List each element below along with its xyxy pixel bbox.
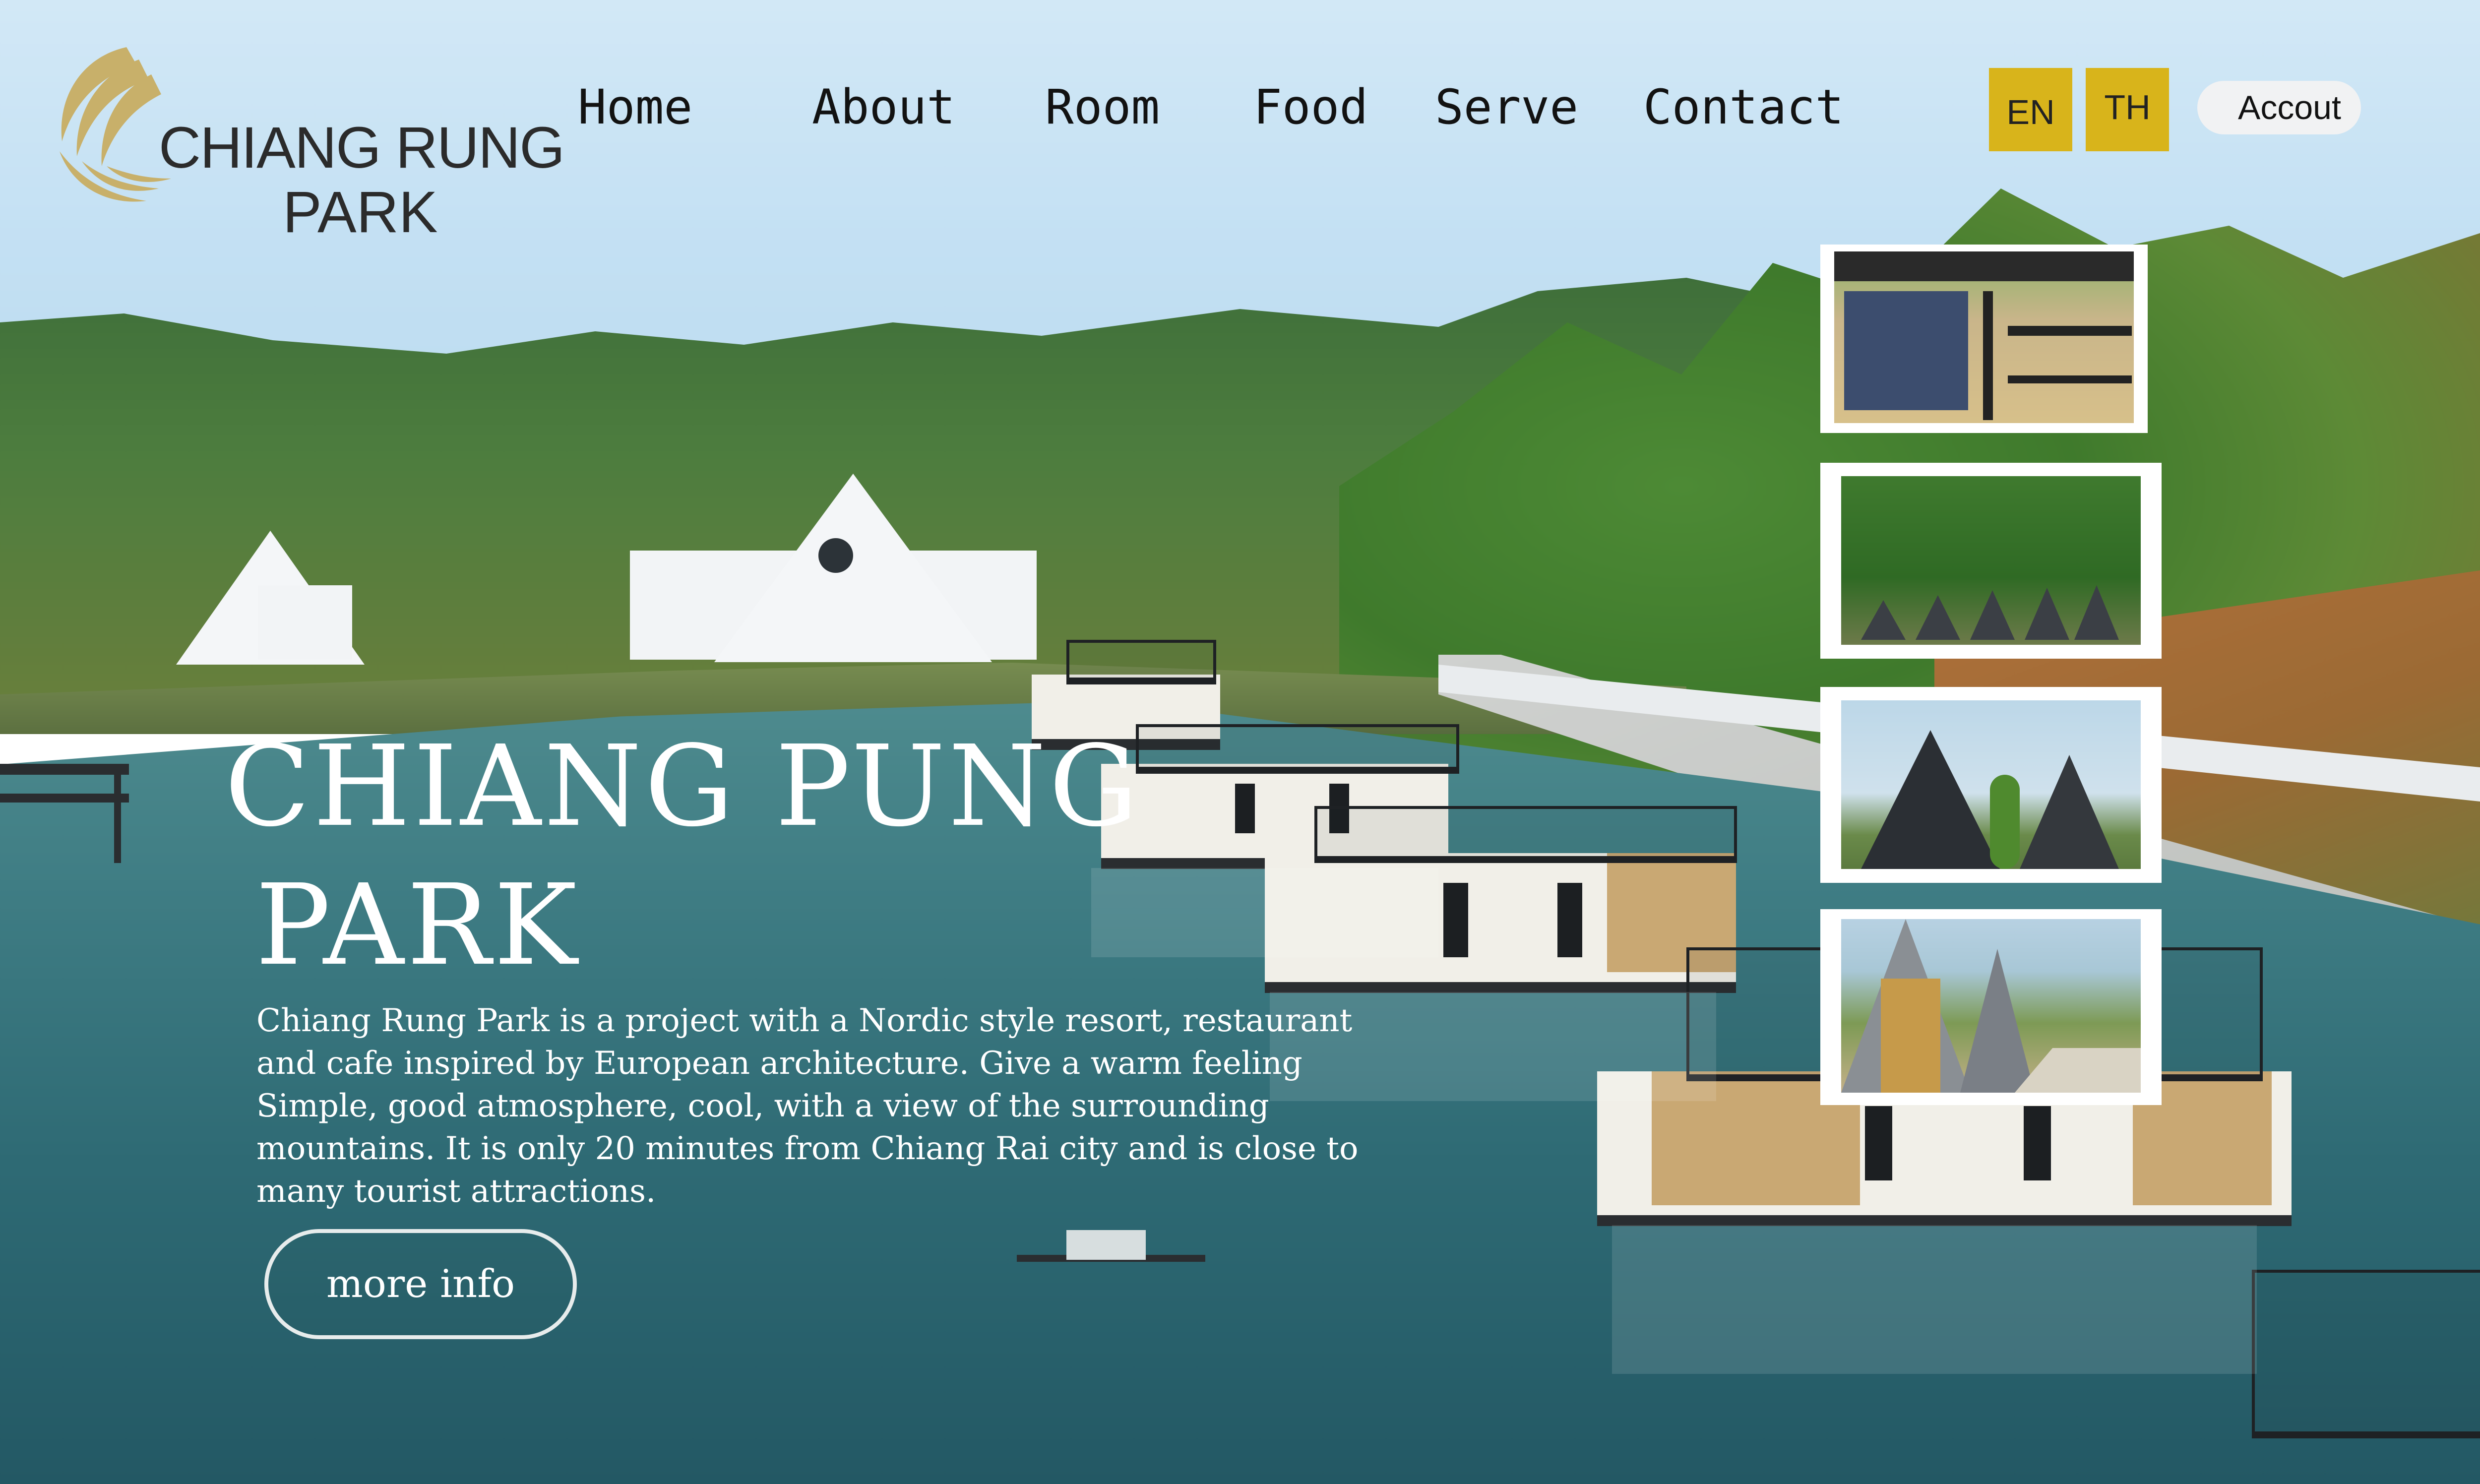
houseboat-deck [1136,724,1459,774]
gallery-thumbnail-houseboat-room[interactable] [1820,245,2148,433]
houseboat-window [1557,883,1582,957]
houseboat-window [1865,1106,1892,1180]
forest-cabins-image [1841,476,2141,645]
nav-serve[interactable]: Serve [1435,79,1578,135]
nav-room[interactable]: Room [1045,79,1160,135]
gallery-thumbnail-a-frame-cabins[interactable] [1820,687,2162,883]
nav-contact[interactable]: Contact [1643,79,1844,135]
language-en-button[interactable]: EN [1989,68,2072,151]
floating-platform [1066,1230,1146,1260]
nav-home[interactable]: Home [578,79,692,135]
houseboat-deck [2252,1270,2480,1438]
water-reflection [1612,1225,2257,1374]
logo-text-park: PARK [283,180,438,245]
white-building [258,585,352,660]
houseboat-deck [1314,806,1737,863]
hero-description: Chiang Rung Park is a project with a Nor… [256,1002,1359,1210]
a-frame-cabins-image [1841,700,2141,869]
more-info-button[interactable]: more info [264,1229,577,1339]
hero-title-line2: PARK [255,861,580,990]
cabin-garden-image [1841,919,2141,1093]
hero-title: CHIANG PUNG [225,722,1141,852]
logo-text: CHIANG RUNG [158,115,565,181]
account-button[interactable]: Accout [2197,81,2361,134]
gallery-thumbnail-cabin-garden[interactable] [1820,909,2162,1105]
round-window [818,538,853,573]
language-th-button[interactable]: TH [2086,68,2169,151]
nav-food[interactable]: Food [1253,79,1368,135]
water-reflection [1091,868,1438,957]
houseboat-window [2024,1106,2051,1180]
pier [0,794,129,803]
houseboat-room-image [1834,251,2134,423]
pier [114,764,121,863]
gallery-thumbnail-forest-cabins[interactable] [1820,463,2162,659]
nav-about[interactable]: About [812,79,955,135]
houseboat-window [1443,883,1468,957]
pier [0,764,129,775]
houseboat-window [1235,784,1255,833]
houseboat-deck [1066,640,1216,684]
site-logo[interactable]: CHIANG RUNG PARK [52,37,565,245]
